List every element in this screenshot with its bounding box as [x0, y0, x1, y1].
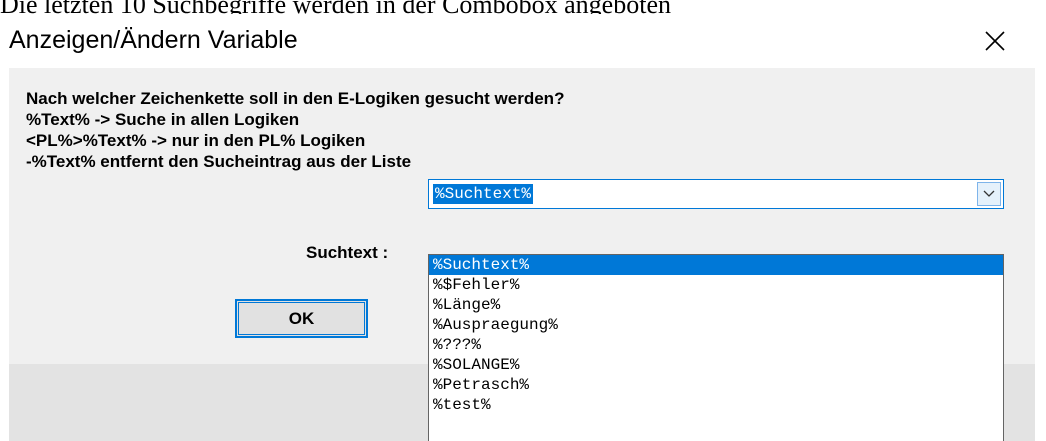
message-line: %Text% -> Suche in allen Logiken — [26, 110, 300, 129]
search-dropdown-list[interactable]: %Suchtext% %$Fehler% %Länge% %Auspraegun… — [428, 254, 1004, 441]
message-line: <PL%>%Text% -> nur in den PL% Logiken — [26, 131, 366, 150]
dropdown-item-test[interactable]: %test% — [429, 395, 1003, 415]
dropdown-item-fehler[interactable]: %$Fehler% — [429, 275, 1003, 295]
search-combobox[interactable]: %Suchtext% — [428, 179, 1004, 209]
dropdown-item-suchtext[interactable]: %Suchtext% — [429, 255, 1003, 275]
chevron-down-icon — [983, 190, 995, 197]
dialog-window: Anzeigen/Ändern Variable Nach welcher Ze… — [9, 14, 1035, 441]
dropdown-item-petrasch[interactable]: %Petrasch% — [429, 375, 1003, 395]
search-label: Suchtext : — [306, 243, 389, 262]
dropdown-item-question[interactable]: %???% — [429, 335, 1003, 355]
close-button[interactable] — [967, 20, 1023, 62]
dropdown-item-auspraegung[interactable]: %Auspraegung% — [429, 315, 1003, 335]
message-block: Nach welcher Zeichenkette soll in den E-… — [26, 88, 564, 172]
search-combobox-value[interactable]: %Suchtext% — [433, 184, 534, 204]
message-line: Nach welcher Zeichenkette soll in den E-… — [26, 89, 565, 108]
combobox-dropdown-button[interactable] — [977, 182, 1001, 206]
title-bar: Anzeigen/Ändern Variable — [9, 14, 1035, 68]
close-icon — [985, 31, 1005, 51]
dropdown-item-laenge[interactable]: %Länge% — [429, 295, 1003, 315]
ok-button[interactable]: OK — [235, 299, 368, 338]
dialog-title: Anzeigen/Ändern Variable — [9, 26, 298, 54]
message-line: -%Text% entfernt den Sucheintrag aus der… — [26, 152, 412, 171]
dropdown-item-solange[interactable]: %SOLANGE% — [429, 355, 1003, 375]
